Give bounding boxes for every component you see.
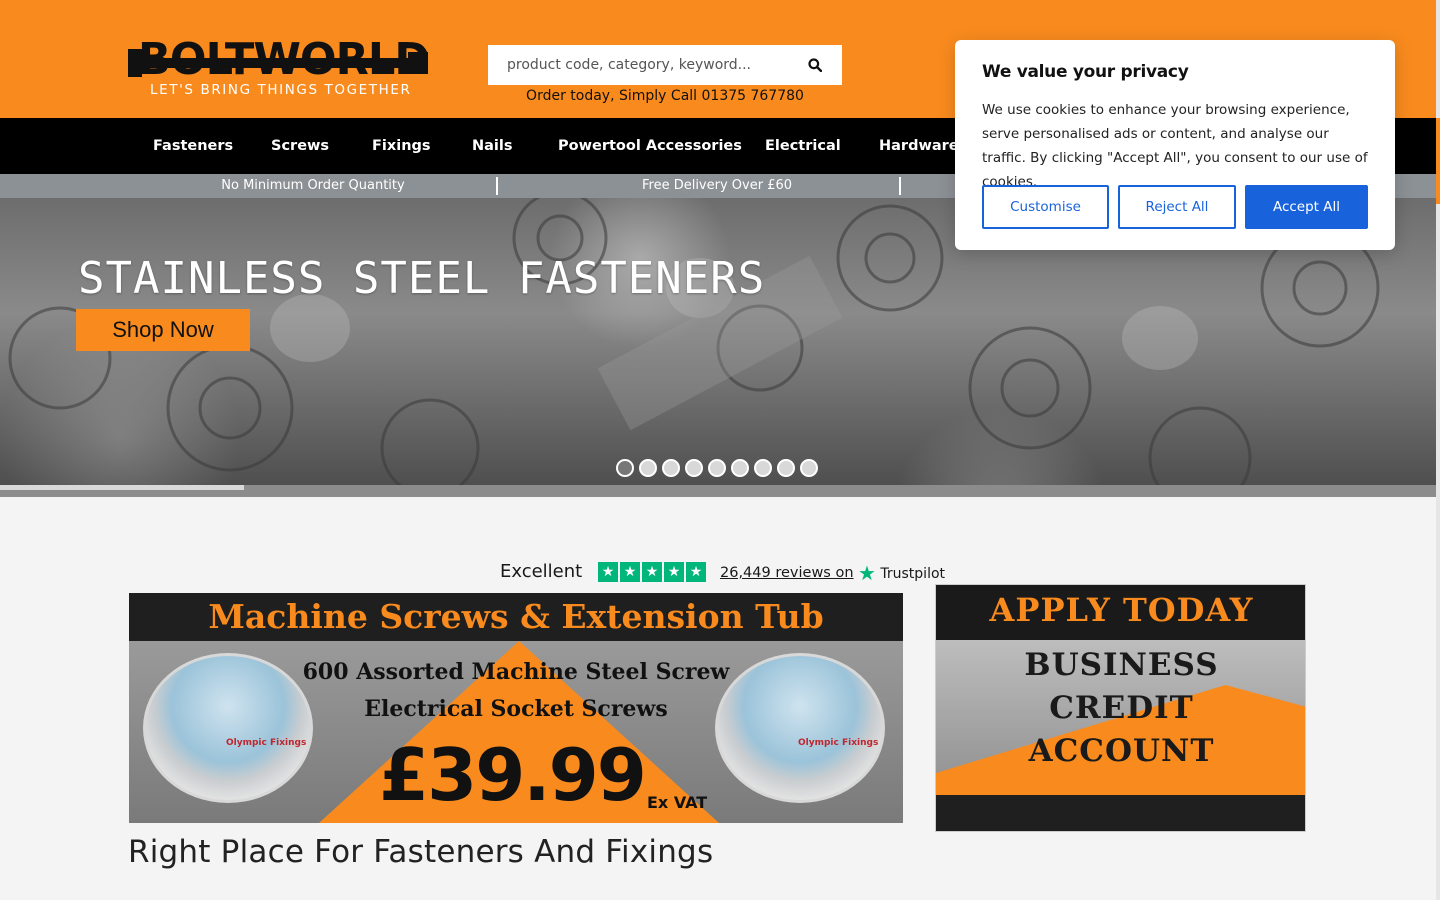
usp-no-minimum: No Minimum Order Quantity: [221, 178, 405, 193]
credit-line-1: BUSINESS: [1024, 647, 1219, 683]
slider-dot-6[interactable]: [731, 459, 749, 477]
slider-dot-5[interactable]: [708, 459, 726, 477]
trustpilot-logo[interactable]: ★ Trustpilot: [858, 561, 945, 585]
usp-divider: [496, 177, 498, 195]
slider-progress-track: [0, 485, 1436, 497]
cookie-customise-button[interactable]: Customise: [982, 185, 1109, 229]
nav-item-powertool-accessories[interactable]: Powertool Accessories: [558, 118, 742, 174]
trustpilot-rating-word: Excellent: [500, 561, 583, 582]
cookie-text: We use cookies to enhance your browsing …: [982, 102, 1368, 190]
slider-dot-8[interactable]: [777, 459, 795, 477]
tub-brand: Olympic Fixings: [226, 738, 307, 748]
page-scrollbar[interactable]: [1436, 0, 1440, 900]
nav-item-electrical[interactable]: Electrical: [765, 118, 841, 174]
search-icon: [808, 58, 822, 72]
star-icon: ★: [642, 562, 662, 582]
trustpilot-stars: ★ ★ ★ ★ ★: [598, 562, 706, 582]
credit-line-2: CREDIT: [1049, 690, 1194, 726]
promo-line-2: Electrical Socket Screws: [364, 696, 668, 722]
trustpilot-brand: Trustpilot: [880, 566, 946, 582]
tub-brand: Olympic Fixings: [798, 738, 879, 748]
nav-item-nails[interactable]: Nails: [472, 118, 513, 174]
phone-line: Order today, Simply Call 01375 767780: [526, 88, 804, 104]
promo-title: Machine Screws & Extension Tub: [208, 597, 824, 636]
hero-title: STAINLESS STEEL FASTENERS: [78, 253, 766, 304]
trustpilot-reviews-link[interactable]: 26,449 reviews on: [720, 565, 854, 581]
cookie-accept-all-button[interactable]: Accept All: [1245, 185, 1368, 229]
star-icon: ★: [598, 562, 618, 582]
promo-banner-machine-screws[interactable]: Machine Screws & Extension Tub Olympic F…: [129, 593, 903, 823]
page-headline: Right Place For Fasteners And Fixings: [128, 834, 714, 870]
credit-line-3: ACCOUNT: [1028, 733, 1215, 769]
shop-now-button[interactable]: Shop Now: [76, 309, 250, 351]
nav-item-hardware[interactable]: Hardware: [879, 118, 959, 174]
nav-item-fixings[interactable]: Fixings: [372, 118, 431, 174]
slider-dot-4[interactable]: [685, 459, 703, 477]
slider-dot-2[interactable]: [639, 459, 657, 477]
slider-progress-fill: [0, 485, 245, 490]
credit-apply-text: APPLY TODAY: [989, 591, 1254, 629]
slider-dot-1[interactable]: [616, 459, 634, 477]
credit-footer: [936, 795, 1305, 831]
cookie-title: We value your privacy: [982, 62, 1189, 82]
star-icon: ★: [686, 562, 706, 582]
usp-free-delivery: Free Delivery Over £60: [641, 178, 793, 193]
search-bar: [488, 45, 842, 85]
promo-vat: Ex VAT: [647, 793, 708, 812]
logo-wordmark: BOLTWORLD: [138, 34, 430, 85]
promo-price: £39.99: [379, 733, 647, 817]
slider-dot-9[interactable]: [800, 459, 818, 477]
cookie-consent-dialog: We value your privacy We use cookies to …: [955, 40, 1395, 250]
nav-item-fasteners[interactable]: Fasteners: [153, 118, 233, 174]
star-icon: ★: [620, 562, 640, 582]
trustpilot-star-icon: ★: [858, 561, 876, 585]
scrollbar-thumb[interactable]: [1436, 118, 1440, 204]
star-icon: ★: [664, 562, 684, 582]
nav-item-screws[interactable]: Screws: [271, 118, 329, 174]
search-button[interactable]: [788, 45, 842, 85]
cookie-reject-all-button[interactable]: Reject All: [1118, 185, 1236, 229]
promo-line-1: 600 Assorted Machine Steel Screw: [302, 659, 730, 685]
slider-dot-3[interactable]: [662, 459, 680, 477]
site-logo[interactable]: BOLTWORLD LET'S BRING THINGS TOGETHER: [128, 36, 430, 100]
usp-divider: [899, 177, 901, 195]
slider-dot-7[interactable]: [754, 459, 772, 477]
search-input[interactable]: [488, 45, 798, 85]
logo-tagline: LET'S BRING THINGS TOGETHER: [150, 82, 412, 98]
promo-banner-business-credit[interactable]: APPLY TODAY BUSINESS CREDIT ACCOUNT: [935, 584, 1306, 832]
